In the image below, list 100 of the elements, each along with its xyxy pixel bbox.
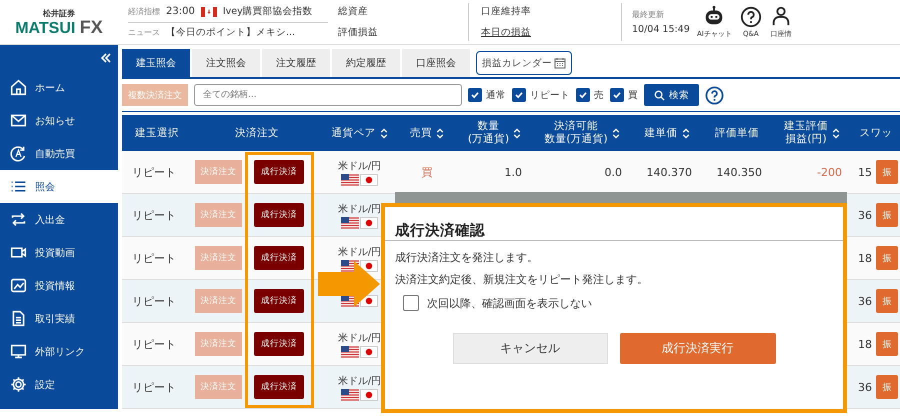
column-header[interactable]: 売買 [410,126,432,140]
market-close-button[interactable]: 成行決済 [254,203,304,227]
table-cell: 140.350 [716,166,762,178]
checkbox-label: 買 [628,88,638,102]
column-header: 建玉選択 [135,126,179,140]
sort-icon[interactable] [832,128,840,138]
sidebar-item[interactable]: 外部リンク [0,335,118,368]
sidebar-item[interactable]: 照会 [0,170,118,203]
checkbox-label: 通常 [486,88,506,102]
sidebar-item[interactable]: ホーム [0,71,118,104]
sidebar-item[interactable]: 投資動画 [0,236,118,269]
column-header[interactable]: 決済可能 数量(万通貨) [544,120,608,146]
column-header: スワッ [860,126,892,140]
japan-flag-icon [360,216,378,228]
table-cell: リピート [132,250,176,266]
robot-icon[interactable] [703,5,726,27]
market-close-button[interactable]: 成行決済 [254,332,304,356]
market-close-button[interactable]: 成行決済 [254,289,304,313]
news-link[interactable]: 【今日のポイント】メキシ... [166,26,296,39]
help-icon[interactable] [705,86,724,104]
checkbox-label: 売 [594,88,604,102]
market-close-button[interactable]: 成行決済 [254,160,304,184]
settings-icon [10,376,27,393]
sort-icon[interactable] [682,128,690,138]
summary-label: 評価損益 [338,26,379,39]
japan-flag-icon [360,260,378,272]
table-cell: リピート [132,294,176,308]
envelope-icon [10,112,27,129]
cancel-button[interactable]: キャンセル [452,333,608,364]
document-icon [10,310,27,327]
table-cell: リピート [132,164,176,180]
market-close-button[interactable]: 成行決済 [254,246,304,270]
indicator-link[interactable]: Ivey購買部協会指数 [222,5,313,18]
home-icon [10,79,27,96]
sidebar-item[interactable]: 自動売買 [0,137,118,170]
japan-flag-icon [360,346,378,358]
column-header[interactable]: 建単価 [644,126,678,140]
search-button[interactable]: 検索 [644,84,699,106]
japan-flag-icon [360,388,378,400]
table-cell: リピート [132,380,176,394]
dialog-message: 成行決済注文を発注します。 [395,251,539,265]
checkbox[interactable] [403,295,419,311]
tab[interactable]: 注文照会 [192,49,260,77]
sidebar-item[interactable]: お知らせ [0,104,118,137]
chart-icon [10,277,27,294]
summary-label[interactable]: 本日の損益 [481,26,621,39]
column-header[interactable]: 数量 (万通貨) [468,120,510,146]
updated-time: 10/04 15:49 [632,24,691,35]
calendar-icon [554,57,566,69]
japan-flag-icon [360,295,378,307]
table-cell: リピート [132,208,176,222]
brand-subtitle: 松井証券 [43,8,75,18]
table-cell: 1.0 [504,166,522,178]
tab[interactable]: 約定履歴 [332,49,400,77]
collapse-icon[interactable] [100,53,112,63]
calendar-button[interactable]: 損益カレンダー [476,51,572,75]
sidebar-item[interactable]: 取引実績 [0,302,118,335]
market-close-button[interactable]: 成行決済 [254,375,304,399]
us-flag-icon [341,174,359,186]
table-cell: -200 [817,166,842,178]
search-icon [654,90,665,100]
brand-logo[interactable]: MATSUI FX [15,18,103,36]
ticker-label: ニュース [128,27,160,38]
check-icon [470,90,480,100]
column-header[interactable]: 通貨ペア [332,126,376,140]
table-cell: リピート [132,336,176,352]
tab[interactable]: 注文履歴 [262,49,330,77]
search-field[interactable]: 全ての銘柄... [194,84,462,106]
checkbox[interactable] [610,88,624,102]
arrows-icon [10,211,27,228]
tab[interactable]: 建玉照会 [122,49,190,77]
checkbox[interactable] [576,88,590,102]
table-cell: 0.0 [604,166,622,178]
checkbox[interactable] [512,88,526,102]
sort-icon[interactable] [612,128,620,138]
ticker-label: 経済指標 [128,6,160,17]
sidebar-item[interactable]: 入出金 [0,203,118,236]
japan-flag-icon [360,174,378,186]
us-flag-icon [341,346,359,358]
currency-pair: 米ドル/円 [338,202,382,216]
summary-label: 総資産 [338,5,369,18]
sort-icon[interactable] [513,128,522,138]
sort-icon[interactable] [436,128,444,138]
updated-label: 最終更新 [632,9,665,20]
us-flag-icon [341,216,359,228]
column-header[interactable]: 建玉評価 損益(円) [784,120,828,146]
table-cell: 140.370 [646,166,692,178]
sidebar-item[interactable]: 設定 [0,368,118,401]
tab[interactable]: 口座照会 [402,49,470,77]
help-icon[interactable] [740,6,762,28]
table-cell: 36 [858,294,872,308]
monitor-icon [10,343,27,360]
sidebar-item[interactable]: 投資情報 [0,269,118,302]
table-cell: 36 [858,208,872,222]
event-time: 23:00 [166,6,195,17]
sort-icon[interactable] [380,128,388,138]
table-cell: 36 [858,380,872,394]
checkbox[interactable] [468,88,482,102]
check-icon [578,90,588,100]
dialog-title: 成行決済確認 [385,207,843,241]
